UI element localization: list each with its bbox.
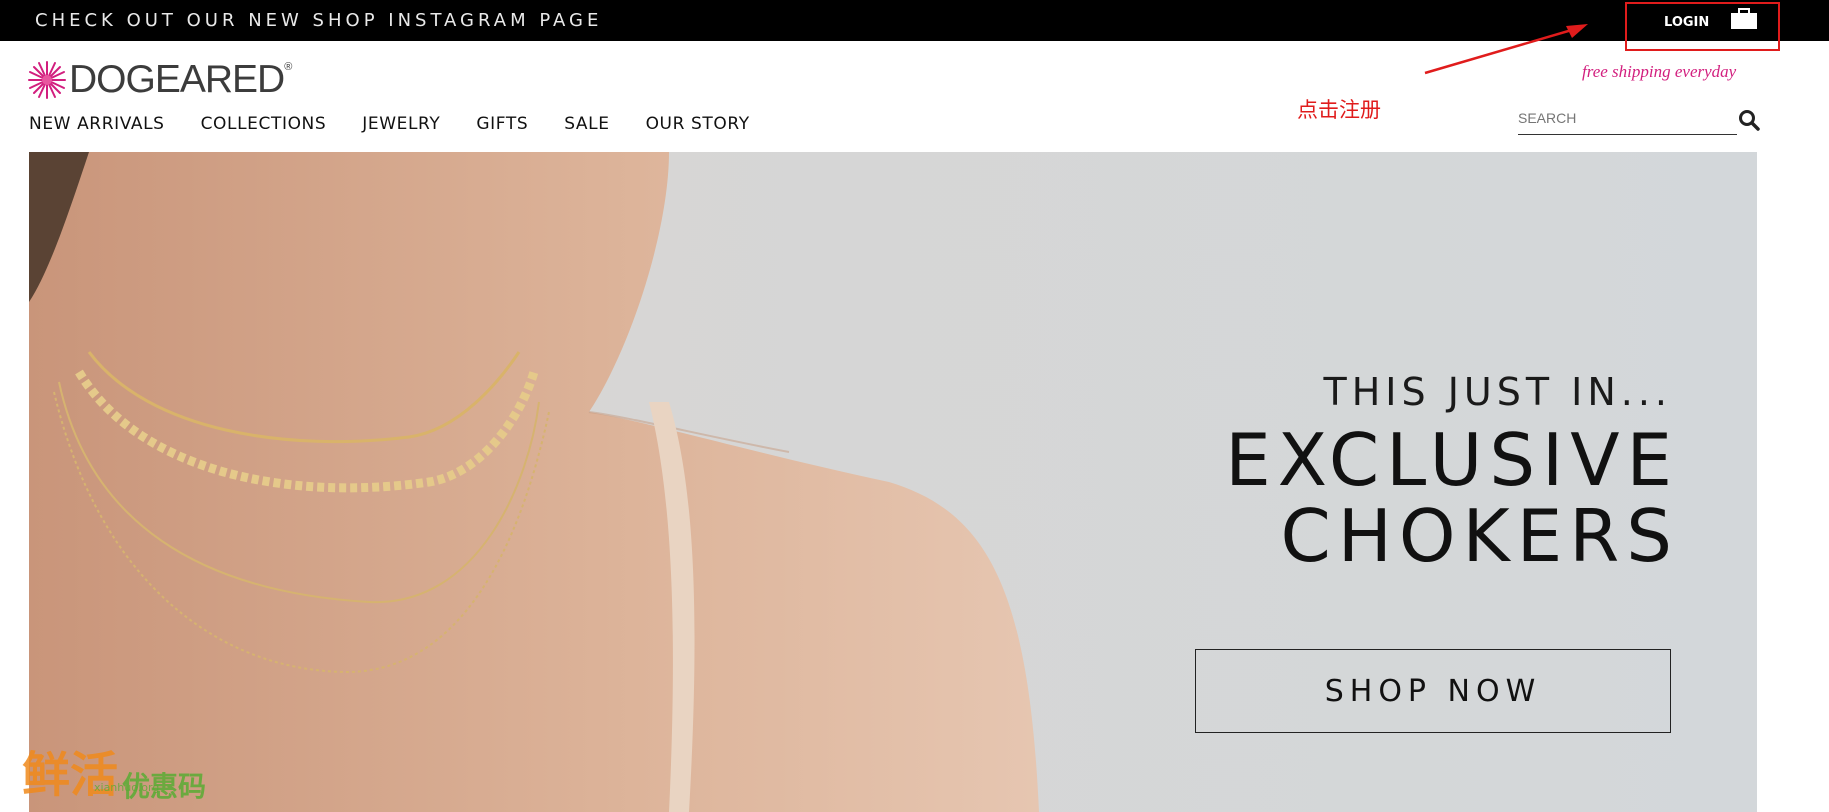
watermark-sub-text: xianhuo.org — [94, 781, 160, 794]
main-nav: NEW ARRIVALS COLLECTIONS JEWELRY GIFTS S… — [29, 114, 786, 134]
magnifier-icon[interactable] — [1738, 109, 1760, 131]
nav-gifts[interactable]: GIFTS — [476, 114, 528, 134]
registered-mark: ® — [284, 61, 293, 73]
instagram-promo-link[interactable]: CHECK OUT OUR NEW SHOP INSTAGRAM PAGE — [35, 10, 602, 31]
search-input[interactable] — [1518, 106, 1718, 130]
hero-headline-line2: CHOKERS — [1280, 494, 1679, 578]
free-shipping-tagline: free shipping everyday — [1582, 62, 1737, 81]
login-highlight-box — [1625, 2, 1780, 51]
nav-collections[interactable]: COLLECTIONS — [201, 114, 327, 134]
annotation-label: 点击注册 — [1297, 98, 1381, 122]
promo-bar: CHECK OUT OUR NEW SHOP INSTAGRAM PAGE LO… — [0, 0, 1829, 41]
hero-headline-line1: EXCLUSIVE — [1225, 418, 1679, 502]
search-field-wrapper — [1518, 106, 1737, 135]
nav-our-story[interactable]: OUR STORY — [646, 114, 750, 134]
logo-wordmark: DOGEARED — [69, 58, 285, 101]
dogeared-logo[interactable]: DOGEARED ® — [27, 55, 292, 105]
nav-jewelry[interactable]: JEWELRY — [362, 114, 440, 134]
watermark-logo: 鲜活 优惠码 xianhuo.org — [22, 735, 206, 805]
nav-new-arrivals[interactable]: NEW ARRIVALS — [29, 114, 165, 134]
hero-kicker: THIS JUST IN... — [1323, 370, 1672, 414]
shop-now-button[interactable]: SHOP NOW — [1195, 649, 1671, 733]
hero-banner[interactable]: THIS JUST IN... EXCLUSIVE CHOKERS SHOP N… — [29, 152, 1757, 812]
watermark-main-text: 鲜活 — [22, 747, 119, 803]
flower-logo-icon — [28, 61, 66, 99]
nav-sale[interactable]: SALE — [564, 114, 609, 134]
